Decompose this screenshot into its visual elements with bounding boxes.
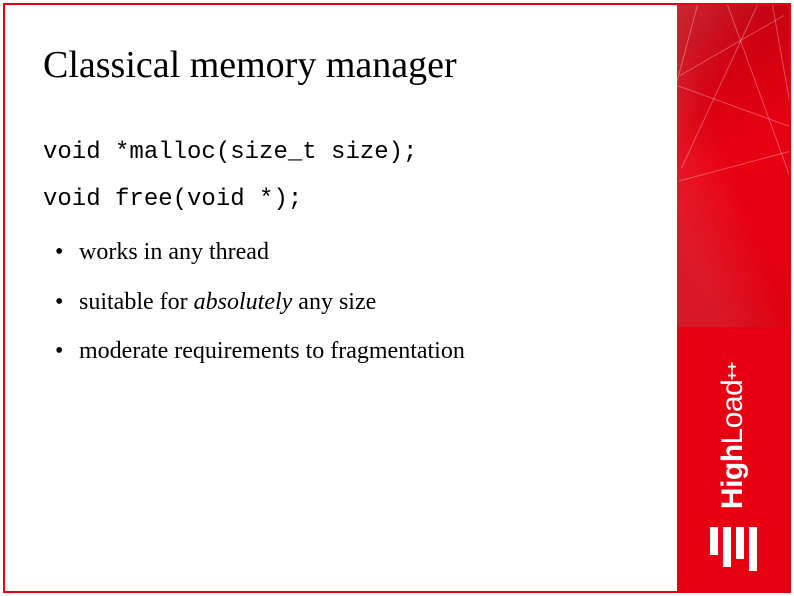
slide-title: Classical memory manager xyxy=(43,43,647,87)
brand-part-load: Load xyxy=(716,380,749,445)
bullet-text-emphasis: absolutely xyxy=(194,289,293,315)
brand-logo-icon xyxy=(710,527,757,571)
bullet-text: suitable for xyxy=(79,289,194,315)
bullet-list: works in any thread suitable for absolut… xyxy=(43,237,647,367)
bullet-item: suitable for absolutely any size xyxy=(55,287,647,318)
decorative-pattern xyxy=(677,5,789,327)
brand-plus: ++ xyxy=(724,362,741,380)
slide-frame: Classical memory manager void *malloc(si… xyxy=(3,3,791,593)
bullet-item: works in any thread xyxy=(55,237,647,268)
brand-sidebar: HighLoad++ xyxy=(677,5,789,591)
bullet-text: any size xyxy=(292,289,376,315)
code-line-free: void free(void *); xyxy=(43,184,647,215)
brand-text: HighLoad++ xyxy=(716,362,750,509)
bullet-item: moderate requirements to fragmentation xyxy=(55,336,647,367)
brand-part-high: High xyxy=(716,444,749,509)
slide-content: Classical memory manager void *malloc(si… xyxy=(13,13,669,583)
code-line-malloc: void *malloc(size_t size); xyxy=(43,137,647,168)
brand-block: HighLoad++ xyxy=(677,362,789,571)
